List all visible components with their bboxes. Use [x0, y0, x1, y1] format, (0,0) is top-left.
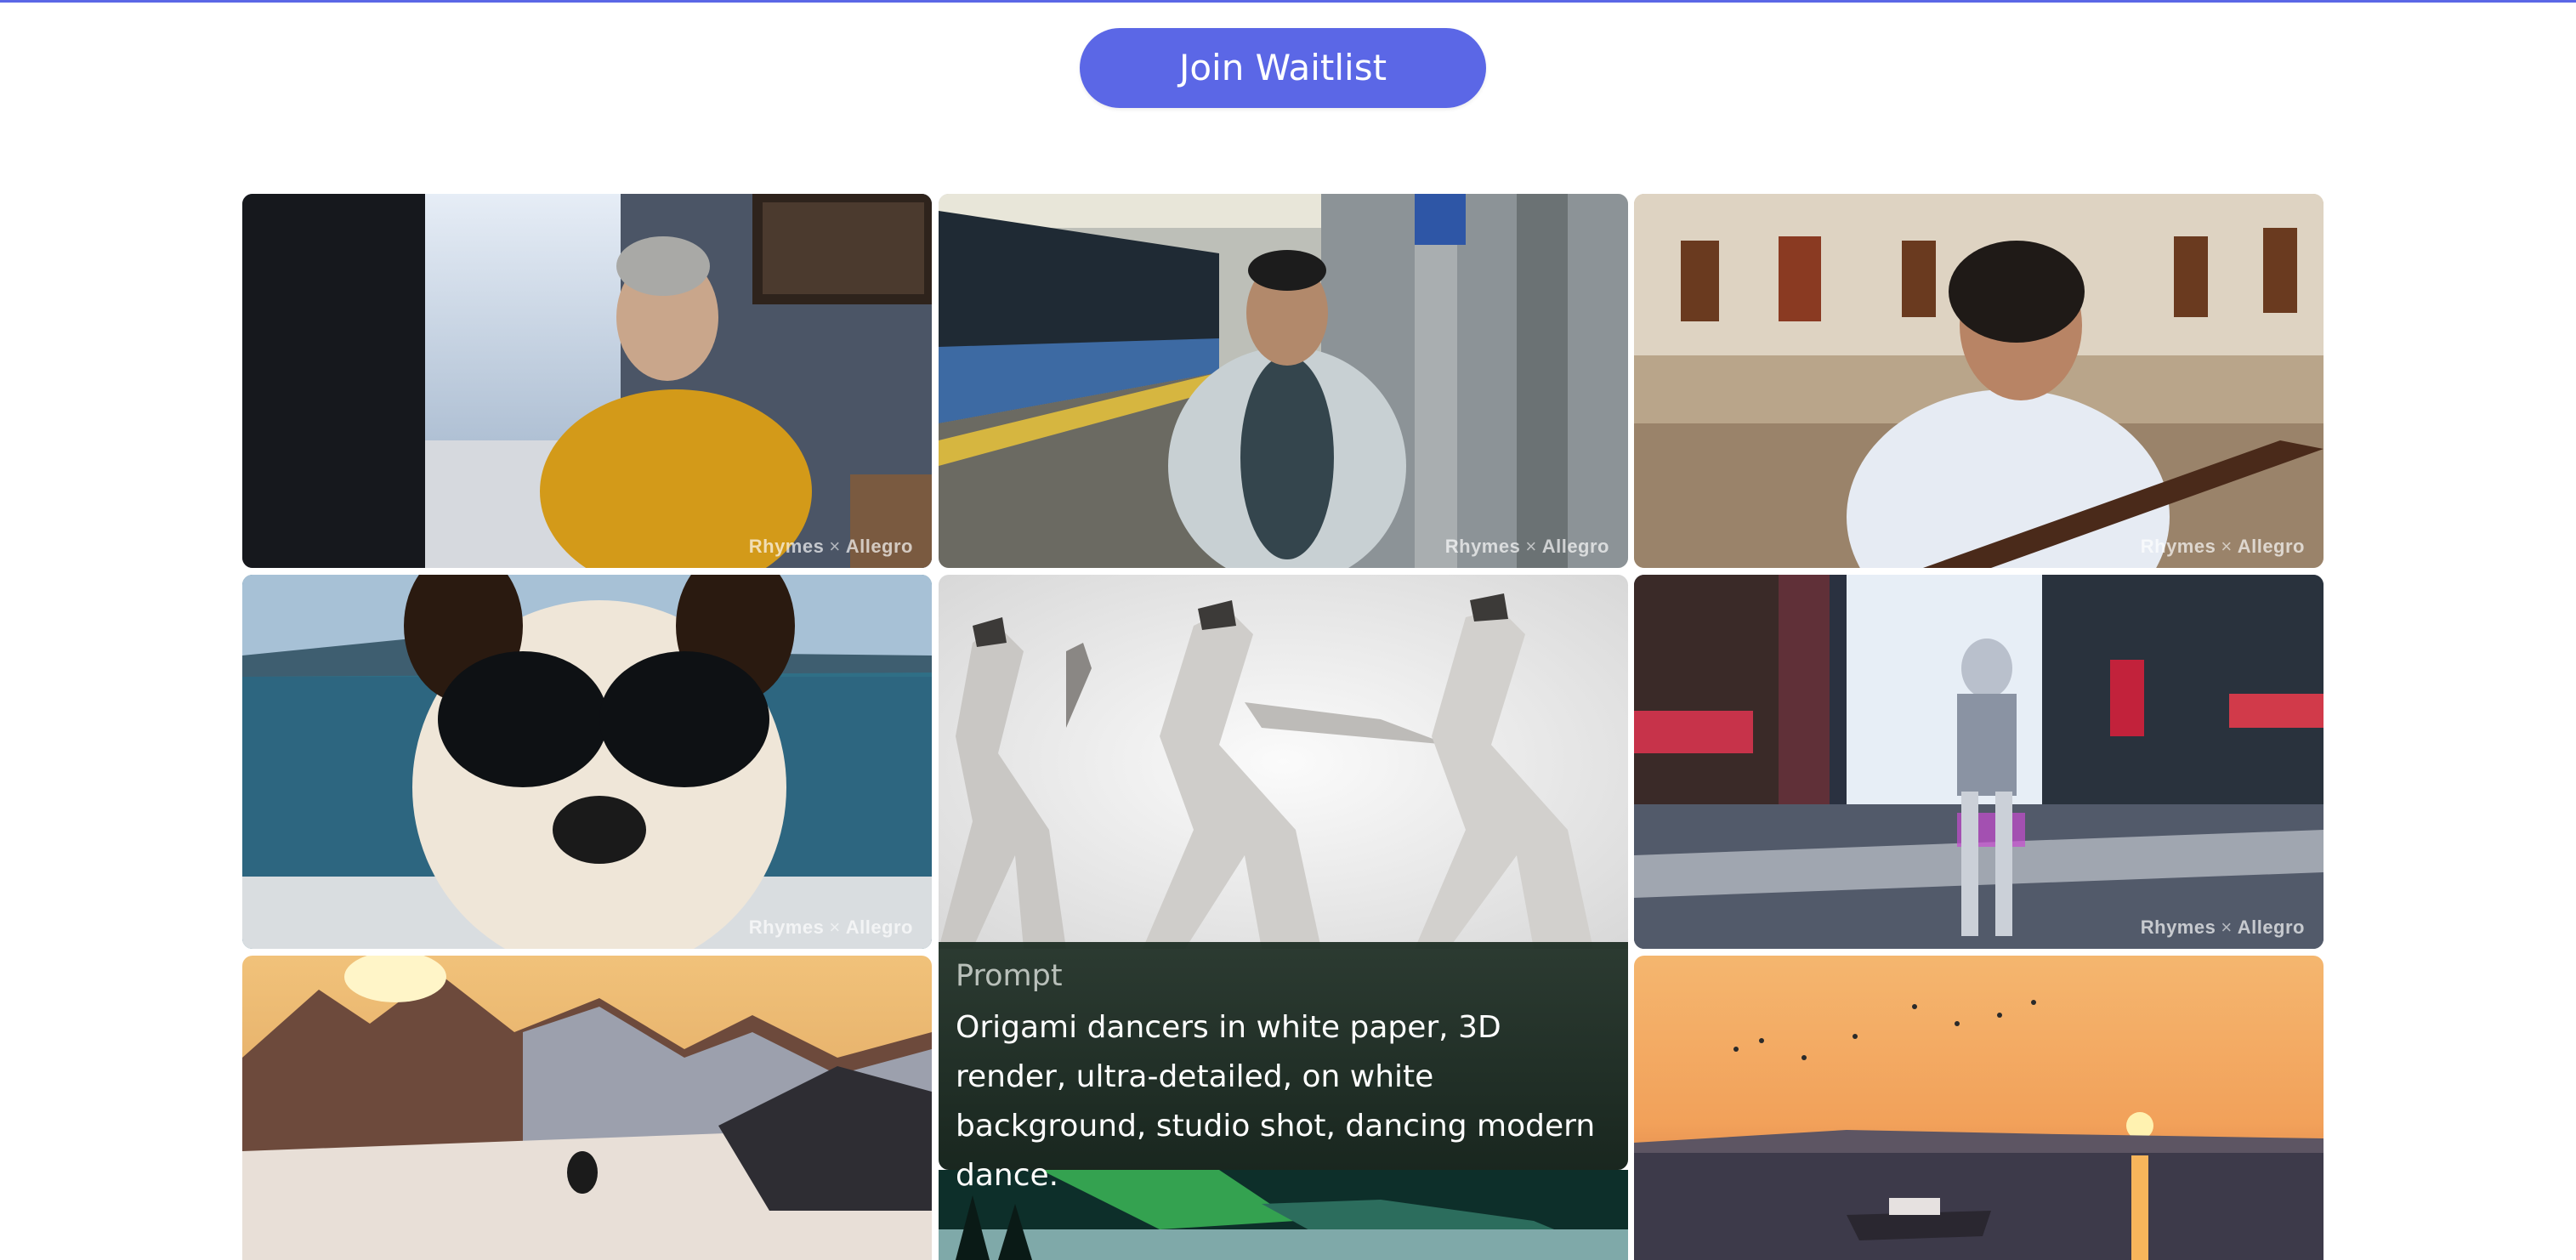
gallery-tile[interactable]: Rhymes × Allegro: [939, 194, 1628, 568]
video-thumbnail: [939, 575, 1628, 949]
gallery-tile[interactable]: [1634, 956, 2324, 1260]
top-accent-line: [0, 0, 2576, 3]
video-thumbnail: [242, 956, 932, 1260]
gallery-tile[interactable]: Rhymes × Allegro: [242, 575, 932, 949]
video-thumbnail: [939, 194, 1628, 568]
gallery-tile[interactable]: Rhymes × Allegro: [1634, 575, 2324, 949]
watermark: Rhymes × Allegro: [2140, 917, 2305, 938]
video-thumbnail: [1634, 575, 2324, 949]
video-thumbnail: [242, 575, 932, 949]
join-waitlist-button[interactable]: Join Waitlist: [1080, 28, 1486, 108]
video-thumbnail: [1634, 956, 2324, 1260]
gallery-tile-origami[interactable]: Prompt Origami dancers in white paper, 3…: [939, 575, 1628, 1260]
watermark: Rhymes × Allegro: [748, 536, 913, 557]
prompt-label: Prompt: [956, 959, 1063, 993]
prompt-overlay: Prompt Origami dancers in white paper, 3…: [939, 942, 1628, 1193]
gallery-tile[interactable]: Rhymes × Allegro: [242, 194, 932, 568]
watermark: Rhymes × Allegro: [1444, 536, 1609, 557]
gallery-tile[interactable]: [242, 956, 932, 1260]
watermark: Rhymes × Allegro: [2140, 536, 2305, 557]
watermark: Rhymes × Allegro: [748, 917, 913, 938]
video-thumbnail: [1634, 194, 2324, 568]
video-thumbnail: [242, 194, 932, 568]
prompt-text: Origami dancers in white paper, 3D rende…: [956, 1010, 1596, 1193]
gallery-tile[interactable]: Rhymes × Allegro: [1634, 194, 2324, 568]
